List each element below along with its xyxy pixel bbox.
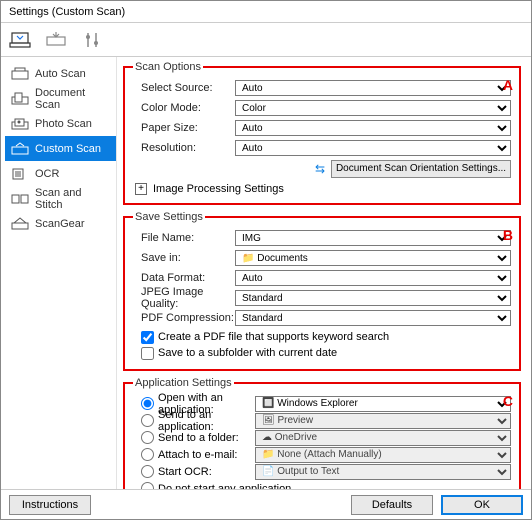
sidebar-item-label: OCR: [35, 168, 59, 180]
file-name-label: File Name:: [133, 232, 235, 244]
attach-email-dropdown[interactable]: 📁 None (Attach Manually): [255, 447, 511, 463]
scan-options-legend: Scan Options: [133, 61, 203, 73]
body-area: Auto Scan Document Scan Photo Scan Custo…: [1, 57, 531, 489]
select-source-dropdown[interactable]: Auto: [235, 80, 511, 96]
data-format-label: Data Format:: [133, 272, 235, 284]
sidebar-item-photo-scan[interactable]: Photo Scan: [5, 111, 116, 136]
save-settings-legend: Save Settings: [133, 211, 205, 223]
sidebar-item-label: Photo Scan: [35, 118, 92, 130]
section-save-settings: Save Settings B File Name: IMG Save in: …: [123, 211, 521, 371]
tab-general-settings-icon[interactable]: [81, 29, 103, 51]
save-in-label: Save in:: [133, 252, 235, 264]
attach-email-label: Attach to e-mail:: [158, 449, 237, 461]
send-folder-radio[interactable]: [141, 431, 154, 444]
instructions-button[interactable]: Instructions: [9, 495, 91, 515]
sidebar: Auto Scan Document Scan Photo Scan Custo…: [1, 57, 117, 489]
paper-size-label: Paper Size:: [133, 122, 235, 134]
auto-scan-icon: [11, 66, 29, 82]
footer: Instructions Defaults OK: [1, 489, 531, 519]
color-mode-dropdown[interactable]: Color: [235, 100, 511, 116]
sidebar-item-label: ScanGear: [35, 218, 85, 230]
save-in-dropdown[interactable]: 📁 Documents: [235, 250, 511, 266]
section-letter-b: B: [503, 227, 513, 243]
settings-window: Settings (Custom Scan) Auto Scan Documen…: [0, 0, 532, 520]
section-scan-options: Scan Options A Select Source: Auto Color…: [123, 61, 521, 205]
section-letter-a: A: [503, 77, 513, 93]
ok-button[interactable]: OK: [441, 495, 523, 515]
sidebar-item-label: Scan and Stitch: [35, 187, 110, 211]
no-app-radio[interactable]: [141, 482, 154, 489]
jpeg-quality-dropdown[interactable]: Standard: [235, 290, 511, 306]
jpeg-quality-label: JPEG Image Quality:: [133, 286, 235, 310]
section-letter-c: C: [503, 393, 513, 409]
data-format-dropdown[interactable]: Auto: [235, 270, 511, 286]
defaults-button[interactable]: Defaults: [351, 495, 433, 515]
start-ocr-radio[interactable]: [141, 465, 154, 478]
start-ocr-dropdown[interactable]: 📄 Output to Text: [255, 464, 511, 480]
send-folder-dropdown[interactable]: ☁ OneDrive: [255, 430, 511, 446]
save-subfolder-label: Save to a subfolder with current date: [158, 347, 337, 359]
image-processing-label: Image Processing Settings: [153, 183, 284, 195]
section-application-settings: Application Settings C Open with an appl…: [123, 377, 521, 489]
open-app-dropdown[interactable]: 🔲 Windows Explorer: [255, 396, 511, 412]
main-panel: Scan Options A Select Source: Auto Color…: [117, 57, 531, 489]
scangear-icon: [11, 216, 29, 232]
sidebar-item-scan-stitch[interactable]: Scan and Stitch: [5, 186, 116, 211]
paper-size-dropdown[interactable]: Auto: [235, 120, 511, 136]
swap-icon[interactable]: ⇆: [315, 162, 325, 176]
toolbar: [1, 23, 531, 57]
sidebar-item-label: Custom Scan: [35, 143, 101, 155]
select-source-label: Select Source:: [133, 82, 235, 94]
pdf-compression-label: PDF Compression:: [133, 312, 235, 324]
attach-email-radio[interactable]: [141, 448, 154, 461]
document-scan-icon: [11, 91, 29, 107]
orientation-settings-button[interactable]: Document Scan Orientation Settings...: [331, 160, 511, 178]
sidebar-item-document-scan[interactable]: Document Scan: [5, 86, 116, 111]
pdf-compression-dropdown[interactable]: Standard: [235, 310, 511, 326]
sidebar-item-label: Auto Scan: [35, 68, 86, 80]
custom-scan-icon: [11, 141, 29, 157]
color-mode-label: Color Mode:: [133, 102, 235, 114]
tab-scan-from-panel-icon[interactable]: [45, 29, 67, 51]
save-subfolder-checkbox[interactable]: [141, 347, 154, 360]
window-title: Settings (Custom Scan): [1, 1, 531, 23]
resolution-label: Resolution:: [133, 142, 235, 154]
sidebar-item-scangear[interactable]: ScanGear: [5, 211, 116, 236]
send-folder-label: Send to a folder:: [158, 432, 239, 444]
expand-image-processing-button[interactable]: +: [135, 183, 147, 195]
sidebar-item-label: Document Scan: [35, 87, 110, 111]
sidebar-item-auto-scan[interactable]: Auto Scan: [5, 61, 116, 86]
create-pdf-keyword-label: Create a PDF file that supports keyword …: [158, 331, 389, 343]
start-ocr-label: Start OCR:: [158, 466, 212, 478]
send-app-label: Send to an application:: [158, 409, 255, 433]
tab-scan-from-computer-icon[interactable]: [9, 29, 31, 51]
application-settings-legend: Application Settings: [133, 377, 234, 389]
ocr-icon: [11, 166, 29, 182]
create-pdf-keyword-checkbox[interactable]: [141, 331, 154, 344]
send-app-dropdown[interactable]: 🖼 Preview: [255, 413, 511, 429]
stitch-icon: [11, 191, 29, 207]
sidebar-item-ocr[interactable]: OCR: [5, 161, 116, 186]
photo-scan-icon: [11, 116, 29, 132]
send-app-radio[interactable]: [141, 414, 154, 427]
file-name-dropdown[interactable]: IMG: [235, 230, 511, 246]
resolution-dropdown[interactable]: Auto: [235, 140, 511, 156]
sidebar-item-custom-scan[interactable]: Custom Scan: [5, 136, 116, 161]
